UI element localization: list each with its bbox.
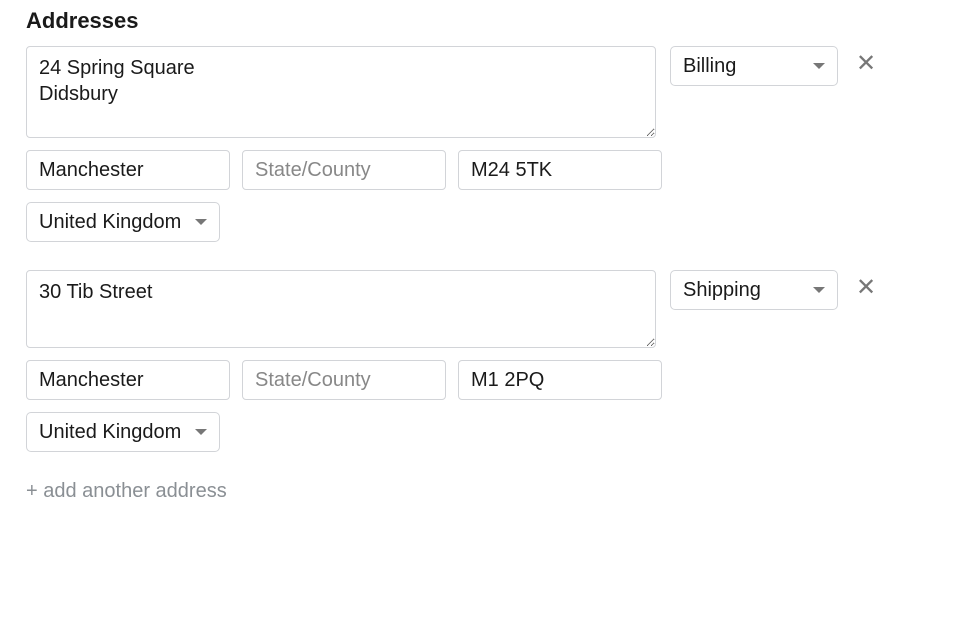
postal-field[interactable] [458, 150, 662, 190]
address-type-label: Billing [683, 55, 736, 78]
country-label: United Kingdom [39, 211, 181, 234]
state-field[interactable] [242, 360, 446, 400]
country-select[interactable]: United Kingdom [26, 202, 220, 242]
address-type-select[interactable]: Shipping [670, 270, 838, 310]
country-label: United Kingdom [39, 421, 181, 444]
remove-address-button[interactable]: ✕ [852, 274, 880, 302]
street-textarea[interactable] [26, 270, 656, 348]
address-type-select[interactable]: Billing [670, 46, 838, 86]
address-top-row: Billing ✕ [26, 46, 932, 138]
address-block: Shipping ✕ United Kingdom [26, 270, 932, 466]
address-block: Billing ✕ United Kingdom [26, 46, 932, 256]
caret-down-icon [813, 287, 825, 293]
caret-down-icon [813, 63, 825, 69]
country-select[interactable]: United Kingdom [26, 412, 220, 452]
postal-field[interactable] [458, 360, 662, 400]
remove-address-button[interactable]: ✕ [852, 50, 880, 78]
section-title: Addresses [26, 8, 932, 34]
street-textarea[interactable] [26, 46, 656, 138]
address-line-row [26, 150, 932, 190]
close-icon: ✕ [856, 276, 876, 300]
city-field[interactable] [26, 360, 230, 400]
caret-down-icon [195, 219, 207, 225]
city-field[interactable] [26, 150, 230, 190]
address-line-row [26, 360, 932, 400]
add-another-address-link[interactable]: + add another address [26, 480, 227, 503]
address-type-label: Shipping [683, 279, 761, 302]
close-icon: ✕ [856, 52, 876, 76]
caret-down-icon [195, 429, 207, 435]
address-top-row: Shipping ✕ [26, 270, 932, 348]
state-field[interactable] [242, 150, 446, 190]
